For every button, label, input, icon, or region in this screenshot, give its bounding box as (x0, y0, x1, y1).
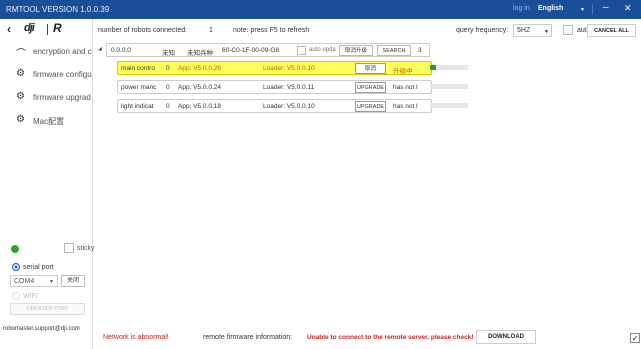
robots-connected-count: 1 (209, 27, 213, 34)
gear-icon: ⚙ (16, 68, 25, 79)
footer-bar: Network is abnormal! remote firmware inf… (93, 326, 641, 349)
module-app-version: App: V5.0.0.24 (178, 84, 222, 91)
module-loader-version: Loader: V5.0.0.10 (263, 65, 315, 72)
wifi-radio[interactable] (12, 292, 20, 300)
title-divider (592, 4, 593, 15)
login-link[interactable]: log in (513, 5, 530, 12)
gauge-icon: ⌒ (16, 49, 26, 60)
chevron-down-icon: ▼ (49, 279, 54, 285)
back-icon[interactable]: ‹ (7, 22, 11, 36)
query-frequency-select[interactable]: 5HZ ▼ (513, 24, 552, 37)
query-frequency-label: query frequency: (456, 27, 509, 34)
module-loader-version: Loader: V5.0.0.11 (263, 84, 315, 91)
remote-error-message: Unable to connect to the remote server, … (307, 334, 474, 341)
device-status: 未知 (162, 50, 175, 57)
expand-triangle-icon[interactable]: ◢ (98, 46, 102, 52)
sidebar-item-firmware-config[interactable]: ⚙ firmware configu (0, 64, 93, 84)
expand-checkbox[interactable]: ✓ (630, 333, 640, 343)
module-status: has not l (393, 103, 418, 110)
com-port-value: COM4 (14, 278, 35, 285)
module-count: 3 (418, 47, 422, 54)
module-name: power manc (121, 84, 157, 91)
progress-fill (430, 65, 436, 70)
download-button[interactable]: DOWNLOAD (476, 330, 536, 344)
progress-bar (430, 103, 468, 108)
gear-icon: ⚙ (16, 114, 25, 125)
module-count: 0 (166, 65, 170, 72)
module-app-version: App: V5.0.0.26 (178, 65, 222, 72)
module-status: has not l (393, 84, 418, 91)
module-name: light indicat (121, 103, 154, 110)
device-mac: 60-C0-1F-00-09-G8 (222, 47, 280, 54)
sidebar-item-encryption[interactable]: ⌒ encryption and c (0, 41, 93, 61)
module-count: 0 (166, 103, 170, 110)
top-toolbar: number of robots connected: 1 note: pres… (93, 19, 641, 41)
sidebar-item-label: firmware configu (33, 70, 92, 79)
device-auto-update-checkbox[interactable] (297, 46, 306, 55)
minimize-icon[interactable]: – (603, 2, 609, 13)
device-ip: 0.0.0.0 (111, 47, 131, 54)
module-row-main-controller: main contro 0 App: V5.0.0.26 Loader: V5.… (117, 61, 432, 75)
chevron-down-icon: ▼ (544, 29, 549, 35)
connection-status-icon (11, 245, 19, 253)
cancel-all-button[interactable]: CANCEL ALL (587, 24, 636, 37)
device-auto-update-label: auto upda (309, 47, 336, 53)
sidebar-item-label: firmware upgrad (33, 93, 91, 102)
cancel-button[interactable]: 取消 (355, 63, 386, 74)
gear-icon: ⚙ (16, 91, 25, 102)
wifi-label: WIFI (23, 293, 38, 300)
open-udp-port-button[interactable]: OPEN UDP PORT (10, 303, 85, 315)
robots-connected-label: number of robots connected: (98, 27, 188, 34)
serial-port-radio[interactable] (12, 263, 20, 271)
progress-bar (430, 65, 468, 70)
window-title: RMTOOL VERSION 1.0.0.39 (6, 5, 110, 14)
module-status: 升级中 (393, 68, 413, 75)
sidebar-item-label: encryption and c (33, 47, 92, 56)
device-row: ◢ 0.0.0.0 未知 未知兵种 60-C0-1F-00-09-G8 auto… (98, 43, 432, 57)
robomaster-logo: R (53, 21, 62, 35)
sidebar-item-mac-config[interactable]: ⚙ Mac配置 (0, 110, 93, 130)
sticky-checkbox[interactable] (64, 243, 74, 253)
close-icon[interactable]: ✕ (624, 3, 632, 14)
com-port-select[interactable]: COM4 ▼ (10, 275, 58, 287)
sidebar-item-label: Mac配置 (33, 117, 65, 126)
upgrade-button[interactable]: UPGRADE (355, 82, 386, 93)
device-info: 0.0.0.0 未知 未知兵种 60-C0-1F-00-09-G8 auto u… (106, 43, 430, 57)
query-frequency-value: 5HZ (517, 27, 531, 34)
search-button[interactable]: SEARCH (377, 45, 411, 56)
upgrade-button[interactable]: UPGRADE (355, 101, 386, 112)
module-loader-version: Loader: V5.0.0.10 (263, 103, 315, 110)
module-app-version: App: V5.0.0.18 (178, 103, 222, 110)
title-bar: RMTOOL VERSION 1.0.0.39 log in English ▼… (0, 0, 641, 19)
logo-divider (47, 24, 48, 35)
module-row-light-indicator: light indicat 0 App: V5.0.0.18 Loader: V… (117, 99, 432, 113)
sticky-label: sticky (77, 245, 95, 252)
network-status: Network is abnormal! (103, 334, 169, 341)
module-name: main contro (121, 65, 155, 72)
dji-logo: dji (24, 22, 35, 34)
cancel-upgrade-button[interactable]: 取消升级 (339, 45, 373, 56)
remote-firmware-label: remote firmware information: (203, 334, 293, 341)
logo-row: ‹ dji R (0, 19, 93, 41)
close-port-button[interactable]: 关闭 (61, 275, 85, 287)
sidebar-item-firmware-upgrade[interactable]: ⚙ firmware upgrad (0, 87, 93, 107)
progress-bar (430, 84, 468, 89)
module-row-power-management: power manc 0 App: V5.0.0.24 Loader: V5.0… (117, 80, 432, 94)
language-select[interactable]: English (538, 5, 563, 12)
module-count: 0 (166, 84, 170, 91)
refresh-note: note: press F5 to refresh (233, 27, 310, 34)
chevron-down-icon[interactable]: ▼ (580, 7, 585, 13)
device-type: 未知兵种 (187, 50, 213, 57)
auto-update-checkbox[interactable] (563, 25, 573, 35)
serial-port-label: serial port (23, 264, 54, 271)
support-email: robomaster.support@dji.com (3, 326, 80, 332)
